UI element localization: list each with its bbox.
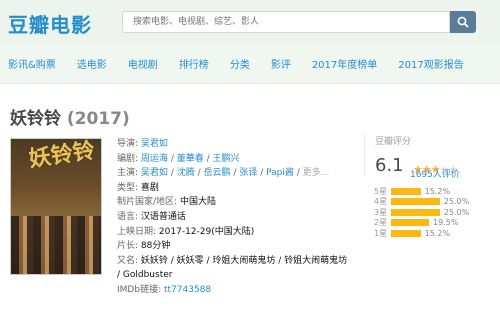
info-director: 导演: 吴君如 <box>117 137 357 152</box>
cast-link[interactable]: 吴君如 <box>141 168 168 178</box>
douban-movie-logo[interactable]: 豆瓣电影 <box>8 9 92 38</box>
rating-bar-percent: 19.5% <box>433 218 459 228</box>
movie-year: (2017) <box>66 109 130 129</box>
poster-title-text: 妖铃铃 <box>27 138 97 173</box>
aka-value: 妖妖铃 / 妖妖零 / 玲姐大闹萌鬼坊 / 铃姐大闹萌鬼坊 <box>140 255 348 266</box>
rating-bar-percent: 25.0% <box>443 207 470 217</box>
director-link[interactable]: 吴君如 <box>141 139 168 149</box>
rating-bar-star-label: 3星 <box>374 207 388 217</box>
region-value: 中国大陆 <box>179 197 216 208</box>
nav-item-choose-movie[interactable]: 选电影 <box>77 56 107 71</box>
cast-link[interactable]: 张译 <box>239 168 257 178</box>
rating-bar-star-label: 5星 <box>374 186 388 196</box>
info-runtime: 片长: 88分钟 <box>117 239 357 254</box>
movie-poster[interactable]: 妖铃铃 <box>10 138 102 275</box>
info-aka: 又名: 妖妖铃 / 妖妖零 / 玲姐大闹萌鬼坊 / 铃姐大闹萌鬼坊 <box>117 254 357 269</box>
info-genre: 类型: 喜剧 <box>117 181 357 196</box>
cast-label: 主演: <box>117 168 139 179</box>
release-label: 上映日期: <box>117 226 157 237</box>
cast-more-link[interactable]: 更多... <box>303 168 330 178</box>
genre-label: 类型: <box>117 182 139 193</box>
rating-bar-row: 3星 25.0% <box>374 207 484 218</box>
language-value: 汉语普通话 <box>140 211 186 222</box>
nav-item-showtimes[interactable]: 影讯&购票 <box>8 56 56 71</box>
top-bar: 豆瓣电影 <box>0 0 500 44</box>
rating-bar-row: 5星 15.2% <box>374 186 484 197</box>
rating-label: 豆瓣评分 <box>375 137 412 147</box>
aka-value-cont: / Goldbuster <box>117 270 173 281</box>
release-value: 2017-12-29(中国大陆) <box>158 226 255 237</box>
cast-link[interactable]: 岳云鹏 <box>204 168 231 178</box>
writer-link[interactable]: 周运海 <box>141 154 168 164</box>
nav-item-reviews[interactable]: 影评 <box>271 56 291 71</box>
region-label: 制片国家/地区: <box>117 197 178 208</box>
movie-info: 导演: 吴君如 编剧: 周运海 / 董華春 / 王鹏兴 主演: 吴君如 / 沈腾… <box>117 137 357 298</box>
nav-item-annual-report[interactable]: 2017观影报告 <box>398 56 463 71</box>
rating-bar-star-label: 4星 <box>374 197 388 207</box>
rating-bar-star-label: 2星 <box>374 218 388 228</box>
imdb-label: IMDb链接: <box>117 284 162 295</box>
nav-item-categories[interactable]: 分类 <box>230 56 250 71</box>
info-writers: 编剧: 周运海 / 董華春 / 王鹏兴 <box>117 152 357 167</box>
movie-title: 妖铃铃 <box>10 109 61 129</box>
nav-item-annual-list[interactable]: 2017年度榜单 <box>312 56 377 71</box>
main-nav: 影讯&购票 选电影 电视剧 排行榜 分类 影评 2017年度榜单 2017观影报… <box>0 44 500 84</box>
aka-label: 又名: <box>117 255 139 266</box>
info-release: 上映日期: 2017-12-29(中国大陆) <box>117 225 357 240</box>
search-icon <box>457 16 469 28</box>
rating-bar <box>391 208 440 216</box>
writer-link[interactable]: 董華春 <box>177 154 204 164</box>
rating-bar <box>391 219 430 227</box>
nav-item-charts[interactable]: 排行榜 <box>179 56 209 71</box>
rating-bar-row: 1星 15.2% <box>374 228 484 239</box>
rating-bar-percent: 15.2% <box>424 186 451 196</box>
info-region: 制片国家/地区: 中国大陆 <box>117 195 357 210</box>
info-language: 语言: 汉语普通话 <box>117 210 357 225</box>
rating-bar-row: 4星 25.0% <box>374 197 484 208</box>
imdb-link[interactable]: tt7743588 <box>164 285 211 295</box>
rating-bar <box>391 187 421 195</box>
poster-cast-graphic <box>11 216 101 274</box>
info-aka-cont: / Goldbuster <box>117 268 357 283</box>
genre-value: 喜剧 <box>140 182 159 193</box>
rating-bar-percent: 25.0% <box>443 197 470 207</box>
rating-votes-link[interactable]: 1695人评价 <box>410 167 460 180</box>
search-input[interactable] <box>122 11 450 33</box>
rating-bar <box>391 198 440 206</box>
nav-item-tv[interactable]: 电视剧 <box>128 56 158 71</box>
writer-label: 编剧: <box>117 153 139 164</box>
cast-link[interactable]: Papi酱 <box>266 168 294 178</box>
director-label: 导演: <box>117 139 139 149</box>
rating-bar-row: 2星 19.5% <box>374 218 484 229</box>
cast-link[interactable]: 沈腾 <box>177 168 195 178</box>
writer-link[interactable]: 王鹏兴 <box>213 154 240 164</box>
search-button[interactable] <box>450 11 476 33</box>
info-imdb: IMDb链接: tt7743588 <box>117 283 357 298</box>
runtime-value: 88分钟 <box>140 241 171 252</box>
info-cast: 主演: 吴君如 / 沈腾 / 岳云鹏 / 张译 / Papi酱 / 更多... <box>117 166 357 181</box>
rating-bar-star-label: 1星 <box>374 228 388 238</box>
rating-score: 6.1 <box>375 155 404 176</box>
language-label: 语言: <box>117 211 139 222</box>
rating-distribution: 5星 15.2% 4星 25.0% 3星 25.0% 2星 19.5% 1星 15.2% <box>374 186 484 239</box>
runtime-label: 片长: <box>117 241 139 252</box>
page-title: 妖铃铃 (2017) <box>10 104 130 129</box>
rating-bar-percent: 15.2% <box>424 228 451 238</box>
rating-bar <box>391 229 421 237</box>
